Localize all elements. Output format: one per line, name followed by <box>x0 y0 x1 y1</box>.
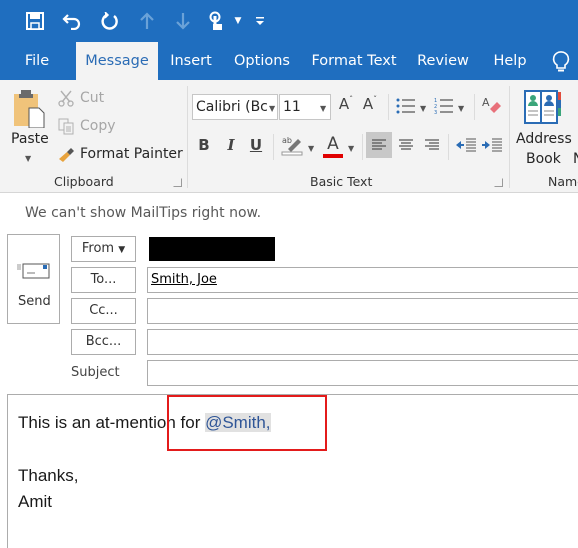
copy-button[interactable]: Copy <box>80 118 116 134</box>
align-right-icon <box>425 139 439 150</box>
mailtips-message: We can't show MailTips right now. <box>25 205 262 221</box>
basic-text-group-label: Basic Text <box>310 174 373 189</box>
next-item-icon <box>172 10 194 32</box>
send-button[interactable]: Send <box>7 234 60 324</box>
tab-format-text[interactable]: Format Text <box>306 42 402 80</box>
save-icon[interactable] <box>24 10 46 32</box>
body-line-thanks: Thanks, <box>18 466 79 485</box>
bcc-button[interactable]: Bcc... <box>71 329 136 355</box>
numbering-icon[interactable]: 123 <box>434 97 454 119</box>
from-dropdown-icon: ▼ <box>118 245 126 255</box>
tab-review[interactable]: Review <box>410 42 476 80</box>
toolbar-separator <box>273 134 274 160</box>
format-painter-button[interactable]: Format Painter <box>80 146 183 162</box>
clear-formatting-icon[interactable]: A <box>482 95 502 119</box>
font-color-icon[interactable]: A <box>321 134 345 158</box>
ribbon: Paste ▼ Cut Copy Format Painter Clipboar… <box>0 80 578 193</box>
address-book-button-line2[interactable]: Book <box>526 151 561 167</box>
previous-item-icon <box>136 10 158 32</box>
ribbon-tabs: File Message Insert Options Format Text … <box>0 42 578 80</box>
send-envelope-icon <box>17 261 51 283</box>
names-group-label: Name <box>548 174 578 189</box>
shrink-font-icon[interactable]: Aˇ <box>362 95 378 113</box>
numbering-dropdown-icon[interactable]: ▼ <box>458 104 464 113</box>
lightbulb-icon[interactable] <box>552 51 570 77</box>
increase-indent-icon[interactable] <box>481 132 503 162</box>
quick-access-toolbar: ▼ <box>0 0 578 42</box>
font-name-value: Calibri (Bc <box>196 99 268 115</box>
grow-font-icon[interactable]: Aˆ <box>338 95 354 113</box>
decrease-indent-icon[interactable] <box>455 132 477 162</box>
font-size-dropdown-icon[interactable]: ▼ <box>320 104 326 113</box>
svg-text:3: 3 <box>434 110 437 115</box>
align-right-button[interactable] <box>419 132 445 162</box>
align-left-button[interactable] <box>366 132 392 158</box>
paste-button[interactable] <box>12 88 46 132</box>
group-separator <box>187 86 188 188</box>
font-name-dropdown-icon[interactable]: ▼ <box>269 104 275 113</box>
subject-label: Subject <box>71 365 120 380</box>
subject-field[interactable] <box>147 360 578 386</box>
align-left-icon <box>372 139 386 150</box>
clipboard-group-label: Clipboard <box>54 174 114 189</box>
from-button[interactable]: From ▼ <box>71 236 136 262</box>
check-names-button[interactable]: N <box>573 151 578 167</box>
tab-file[interactable]: File <box>14 42 60 80</box>
underline-button[interactable]: U <box>249 136 263 154</box>
copy-icon <box>57 117 75 139</box>
highlight-dropdown-icon[interactable]: ▼ <box>308 144 314 153</box>
bullets-icon[interactable] <box>396 97 416 119</box>
toolbar-separator <box>448 134 449 160</box>
cut-icon <box>57 89 75 111</box>
group-separator <box>509 86 510 188</box>
svg-text:A: A <box>482 96 490 109</box>
toolbar-separator <box>362 134 363 160</box>
tab-message[interactable]: Message <box>76 42 158 80</box>
cut-button[interactable]: Cut <box>80 90 104 106</box>
bold-button[interactable]: B <box>197 136 211 154</box>
to-button[interactable]: To... <box>71 267 136 293</box>
align-center-icon <box>399 139 413 150</box>
cc-button[interactable]: Cc... <box>71 298 136 324</box>
font-color-swatch <box>323 154 343 158</box>
basic-text-dialog-launcher-icon[interactable] <box>494 178 503 187</box>
italic-button[interactable]: I <box>224 136 238 154</box>
touch-mode-dropdown-icon[interactable]: ▼ <box>227 10 249 32</box>
redo-icon[interactable] <box>99 10 121 32</box>
clipboard-dialog-launcher-icon[interactable] <box>173 178 182 187</box>
tab-help[interactable]: Help <box>485 42 535 80</box>
undo-icon[interactable] <box>61 10 83 32</box>
paste-label[interactable]: Paste <box>11 131 49 147</box>
paste-icon <box>14 90 45 129</box>
toolbar-separator <box>388 94 389 120</box>
cc-field[interactable] <box>147 298 578 324</box>
send-label: Send <box>18 294 51 309</box>
align-center-button[interactable] <box>393 132 419 162</box>
to-field[interactable]: Smith, Joe <box>147 267 578 293</box>
paste-dropdown-icon[interactable]: ▼ <box>25 154 31 163</box>
touch-mode-icon[interactable] <box>205 10 227 32</box>
at-mention-highlight-box <box>167 395 327 451</box>
address-book-icon <box>524 89 562 129</box>
font-color-dropdown-icon[interactable]: ▼ <box>348 144 354 153</box>
bullets-dropdown-icon[interactable]: ▼ <box>420 104 426 113</box>
from-account-redacted[interactable] <box>149 237 275 261</box>
to-recipient[interactable]: Smith, Joe <box>151 272 217 287</box>
format-painter-icon <box>57 145 75 167</box>
customize-toolbar-icon[interactable] <box>249 10 271 32</box>
highlight-color-icon[interactable]: ab <box>281 134 305 160</box>
from-label: From <box>81 241 115 256</box>
tab-options[interactable]: Options <box>228 42 296 80</box>
font-size-value: 11 <box>283 99 301 115</box>
toolbar-separator <box>474 94 475 120</box>
tab-insert[interactable]: Insert <box>163 42 219 80</box>
address-book-button[interactable]: Address <box>516 131 572 147</box>
svg-text:ab: ab <box>282 136 292 145</box>
bcc-field[interactable] <box>147 329 578 355</box>
body-line-signature: Amit <box>18 492 52 511</box>
font-name-select[interactable]: Calibri (Bc <box>192 94 278 120</box>
